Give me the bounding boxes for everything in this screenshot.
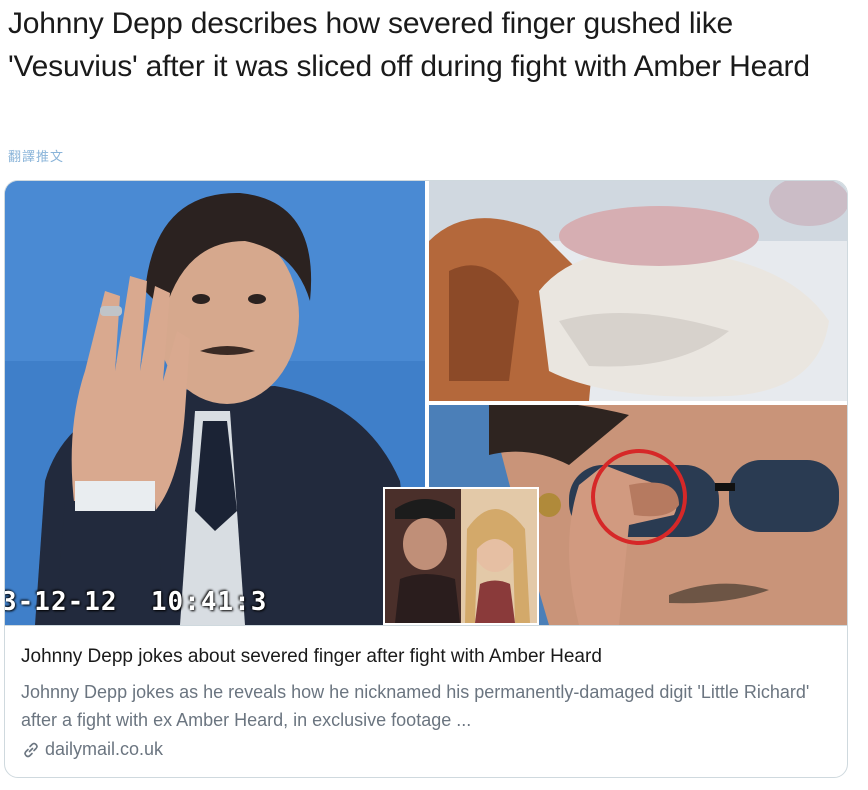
link-preview-card[interactable]: 3-12-12 10:41:3 Johnny Depp jokes about …	[4, 180, 848, 778]
video-timestamp-overlay: 3-12-12 10:41:3	[4, 587, 268, 617]
card-title[interactable]: Johnny Depp jokes about severed finger a…	[21, 646, 602, 668]
card-domain-text: dailymail.co.uk	[45, 739, 164, 759]
courtroom-photo	[5, 181, 425, 625]
card-description: Johnny Depp jokes as he reveals how he n…	[21, 682, 810, 730]
link-icon	[21, 740, 41, 760]
card-domain[interactable]: dailymail.co.uk	[21, 739, 163, 760]
depp-heard-inset-photo	[383, 487, 539, 625]
card-media[interactable]: 3-12-12 10:41:3	[5, 181, 847, 625]
tweet-text: Johnny Depp describes how severed finger…	[8, 7, 810, 83]
card-info[interactable]: Johnny Depp jokes about severed finger a…	[5, 625, 847, 777]
blurred-finger-photo	[429, 181, 847, 401]
translate-tweet-link[interactable]: 翻譯推文	[8, 146, 64, 165]
